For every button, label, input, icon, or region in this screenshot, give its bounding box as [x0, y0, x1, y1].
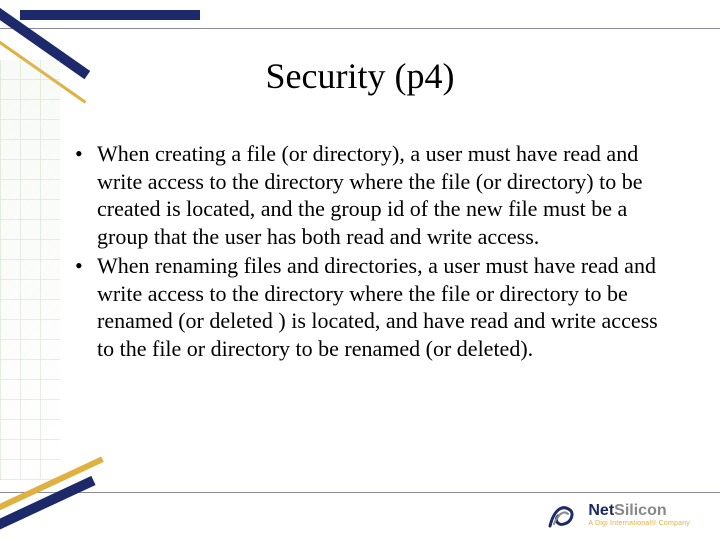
- logo-tagline: A Digi International® Company: [588, 520, 690, 527]
- logo: NetSilicon A Digi International® Company: [548, 500, 690, 530]
- decor-top-line: [0, 28, 720, 29]
- slide-body: When creating a file (or directory), a u…: [75, 140, 665, 364]
- slide-title: Security (p4): [0, 55, 720, 97]
- logo-name: NetSilicon: [588, 503, 690, 519]
- logo-text: NetSilicon A Digi International® Company: [588, 503, 690, 527]
- bullet-item: When renaming files and directories, a u…: [75, 252, 665, 362]
- logo-mark-icon: [548, 500, 582, 530]
- logo-name-prefix: Net: [588, 502, 614, 519]
- bullet-list: When creating a file (or directory), a u…: [75, 140, 665, 362]
- bullet-item: When creating a file (or directory), a u…: [75, 140, 665, 250]
- decor-left-pattern: [0, 60, 60, 480]
- decor-bottom-line: [0, 492, 720, 493]
- slide: Security (p4) When creating a file (or d…: [0, 0, 720, 540]
- decor-top-bar: [20, 10, 200, 20]
- logo-name-suffix: Silicon: [614, 502, 666, 519]
